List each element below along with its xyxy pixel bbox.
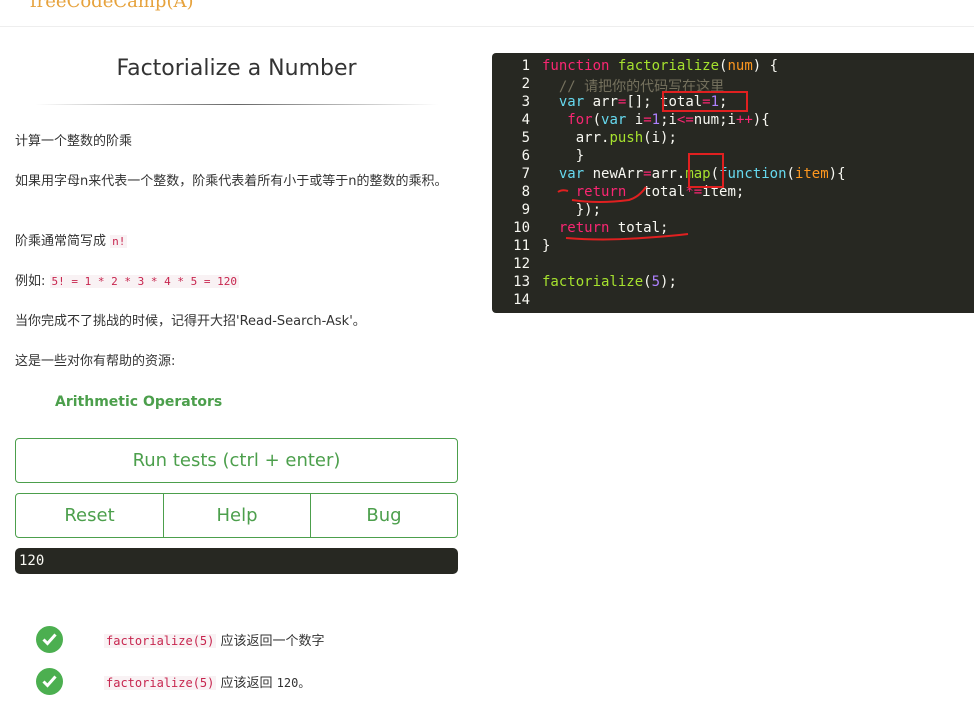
- line-number: 7: [521, 166, 530, 182]
- line-number: 13: [513, 274, 530, 290]
- description-p4-code: 5! = 1 * 2 * 3 * 4 * 5 = 120: [49, 275, 239, 288]
- description-p3-text: 阶乘通常简写成: [15, 234, 111, 249]
- description-p4-text: 例如:: [15, 274, 50, 289]
- top-navbar: freeCodeCamp(A): [0, 0, 974, 27]
- test-expected-value: 120。: [276, 676, 311, 690]
- output-console: 120: [15, 548, 458, 574]
- test-text: factorialize(5) 应该返回 120。: [104, 672, 310, 691]
- test-item: factorialize(5) 应该返回 120。: [36, 668, 466, 696]
- code-line-1[interactable]: function factorialize(num) {: [542, 58, 778, 74]
- test-description: 应该返回一个数字: [216, 634, 325, 649]
- description-p2: 如果用字母n来代表一个整数，阶乘代表着所有小于或等于n的整数的乘积。: [15, 174, 448, 189]
- test-description: 应该返回: [216, 676, 277, 691]
- code-line-12[interactable]: [542, 256, 550, 272]
- line-number: 6: [521, 148, 530, 164]
- line-number: 14: [513, 292, 530, 308]
- run-tests-button[interactable]: Run tests (ctrl + enter): [15, 438, 458, 483]
- line-number: 2: [521, 76, 530, 92]
- description-p3-code: n!: [110, 235, 128, 248]
- code-line-13[interactable]: factorialize(5);: [542, 274, 677, 290]
- description-p6: 这是一些对你有帮助的资源:: [15, 354, 176, 369]
- line-number: 12: [513, 256, 530, 272]
- check-icon: [36, 668, 63, 695]
- test-code: factorialize(5): [104, 676, 217, 690]
- code-editor[interactable]: 1 2 3 4 5 6 7 8 9 10 11 12 13 14 function factorializ…: [492, 53, 974, 313]
- description-p1: 计算一个整数的阶乘: [15, 134, 133, 149]
- bug-button[interactable]: Bug: [310, 493, 458, 538]
- line-number: 1: [521, 58, 530, 74]
- annotation-box-map: [688, 153, 724, 188]
- code-line-5[interactable]: arr.push(i);: [542, 130, 677, 146]
- brand-logo[interactable]: freeCodeCamp(A): [30, 0, 194, 12]
- description-p3: 阶乘通常简写成 n!: [15, 232, 458, 252]
- resource-link-arithmetic-operators[interactable]: Arithmetic Operators: [55, 394, 222, 410]
- line-number: 10: [513, 220, 530, 236]
- line-number: 11: [513, 238, 530, 254]
- code-line-14[interactable]: [542, 292, 550, 308]
- line-number: 9: [521, 202, 530, 218]
- instructions-panel: Factorialize a Number 计算一个整数的阶乘 如果用字母n来代…: [15, 40, 458, 410]
- line-number: 8: [521, 184, 530, 200]
- code-line-11[interactable]: }: [542, 238, 550, 254]
- line-number: 4: [521, 112, 530, 128]
- check-icon: [36, 626, 63, 653]
- test-item: factorialize(5) 应该返回一个数字: [36, 626, 466, 654]
- reset-button[interactable]: Reset: [15, 493, 164, 538]
- annotation-underline-return-total: [565, 233, 689, 241]
- help-button[interactable]: Help: [163, 493, 311, 538]
- line-number: 3: [521, 94, 530, 110]
- code-line-6[interactable]: }: [542, 148, 584, 164]
- line-number: 5: [521, 130, 530, 146]
- challenge-title: Factorialize a Number: [116, 56, 357, 81]
- code-line-4[interactable]: for(var i=1;i<=num;i++){: [542, 112, 769, 128]
- test-code: factorialize(5): [104, 634, 217, 648]
- test-text: factorialize(5) 应该返回一个数字: [104, 630, 325, 649]
- annotation-underline-return: [557, 186, 647, 203]
- description-p5: 当你完成不了挑战的时候，记得开大招'Read-Search-Ask'。: [15, 314, 366, 329]
- annotation-box-total: [662, 91, 748, 112]
- title-divider: [35, 104, 438, 105]
- description-p4: 例如: 5! = 1 * 2 * 3 * 4 * 5 = 120: [15, 272, 458, 292]
